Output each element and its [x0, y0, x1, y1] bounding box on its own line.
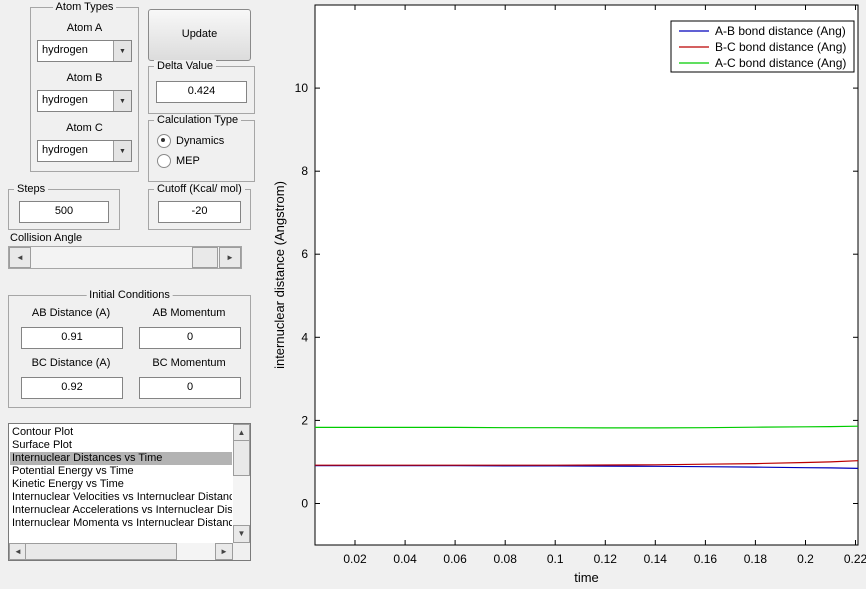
scroll-right-icon[interactable]: ► [215, 543, 233, 560]
delta-value-field[interactable]: 0.424 [156, 81, 247, 103]
x-axis-label: time [574, 570, 599, 585]
x-tick-label: 0.12 [594, 552, 618, 566]
slider-track[interactable] [31, 247, 219, 268]
list-item[interactable]: Kinetic Energy vs Time [10, 478, 232, 491]
radio-unselected-icon[interactable] [157, 154, 171, 168]
atom-b-label: Atom B [31, 72, 138, 84]
list-item[interactable]: Internuclear Momenta vs Internuclear Dis… [10, 517, 232, 530]
bc-momentum-label: BC Momentum [137, 357, 241, 369]
scrollbar-corner [233, 543, 250, 560]
atom-types-title: Atom Types [53, 1, 117, 13]
update-button[interactable]: Update [148, 9, 251, 61]
radio-dynamics[interactable]: Dynamics [157, 134, 224, 148]
atom-types-panel: Atom Types Atom A hydrogen ▼ Atom B hydr… [30, 7, 139, 172]
listbox-horizontal-scrollbar[interactable]: ◄ ► [9, 543, 233, 560]
vscroll-thumb[interactable] [233, 440, 250, 476]
steps-title: Steps [14, 183, 48, 195]
x-tick-label: 0.16 [694, 552, 718, 566]
initial-conditions-panel: Initial Conditions AB Distance (A) AB Mo… [8, 295, 251, 408]
bc-distance-label: BC Distance (A) [19, 357, 123, 369]
y-tick-label: 6 [301, 247, 308, 261]
cutoff-title: Cutoff (Kcal/ mol) [154, 183, 245, 195]
calculation-type-title: Calculation Type [154, 114, 241, 126]
atom-b-dropdown[interactable]: hydrogen ▼ [37, 90, 132, 112]
x-tick-label: 0.02 [343, 552, 367, 566]
atom-a-dropdown[interactable]: hydrogen ▼ [37, 40, 132, 62]
list-item[interactable]: Contour Plot [10, 426, 232, 439]
y-tick-label: 4 [301, 330, 308, 344]
list-item[interactable]: Internuclear Accelerations vs Internucle… [10, 504, 232, 517]
dropdown-arrow-icon[interactable]: ▼ [113, 41, 131, 61]
ab-momentum-field[interactable]: 0 [139, 327, 241, 349]
x-tick-label: 0.2 [797, 552, 814, 566]
ab-distance-field[interactable]: 0.91 [21, 327, 123, 349]
atom-c-value: hydrogen [38, 141, 113, 161]
list-item[interactable]: Internuclear Velocities vs Internuclear … [10, 491, 232, 504]
steps-panel: Steps 500 [8, 189, 120, 230]
atom-c-label: Atom C [31, 122, 138, 134]
app-window: Atom Types Atom A hydrogen ▼ Atom B hydr… [0, 0, 866, 589]
radio-selected-icon[interactable] [157, 134, 171, 148]
hscroll-thumb[interactable] [25, 543, 177, 560]
plot-svg: 0.02 0.04 0.06 0.08 0.1 0.12 0.14 0.16 0.18 0.2 0.… [258, 0, 866, 589]
ab-distance-label: AB Distance (A) [19, 307, 123, 319]
x-tick-label: 0.22 [844, 552, 866, 566]
listbox-vertical-scrollbar[interactable]: ▲ ▼ [233, 424, 250, 543]
delta-value-panel: Delta Value 0.424 [148, 66, 255, 114]
slider-thumb[interactable] [192, 247, 218, 268]
y-tick-label: 0 [301, 496, 308, 510]
plot-type-listbox[interactable]: Contour PlotSurface PlotInternuclear Dis… [8, 423, 251, 561]
x-tick-label: 0.04 [393, 552, 417, 566]
y-axis-label: internuclear distance (Angstrom) [272, 181, 287, 369]
atom-a-value: hydrogen [38, 41, 113, 61]
y-tick-label: 8 [301, 164, 308, 178]
ab-momentum-label: AB Momentum [137, 307, 241, 319]
plot-box [315, 5, 858, 545]
atom-b-value: hydrogen [38, 91, 113, 111]
atom-c-dropdown[interactable]: hydrogen ▼ [37, 140, 132, 162]
radio-mep[interactable]: MEP [157, 154, 200, 168]
collision-angle-slider[interactable]: ◄ ► [8, 246, 242, 269]
list-item[interactable]: Potential Energy vs Time [10, 465, 232, 478]
atom-a-label: Atom A [31, 22, 138, 34]
y-tick-label: 10 [295, 81, 309, 95]
delta-value-title: Delta Value [154, 60, 216, 72]
bc-distance-field[interactable]: 0.92 [21, 377, 123, 399]
x-tick-label: 0.14 [644, 552, 668, 566]
scroll-down-icon[interactable]: ▼ [233, 525, 250, 543]
legend-label: A-B bond distance (Ang) [715, 24, 846, 38]
x-tick-label: 0.06 [443, 552, 467, 566]
radio-dynamics-label: Dynamics [176, 135, 224, 147]
legend-label: B-C bond distance (Ang) [715, 40, 846, 54]
x-tick-label: 0.08 [494, 552, 518, 566]
listbox-items: Contour PlotSurface PlotInternuclear Dis… [10, 426, 232, 542]
x-tick-label: 0.1 [547, 552, 564, 566]
cutoff-panel: Cutoff (Kcal/ mol) -20 [148, 189, 251, 230]
scroll-right-icon[interactable]: ► [219, 247, 241, 268]
initial-conditions-title: Initial Conditions [86, 289, 173, 301]
list-item[interactable]: Internuclear Distances vs Time [10, 452, 232, 465]
list-item[interactable]: Surface Plot [10, 439, 232, 452]
dropdown-arrow-icon[interactable]: ▼ [113, 141, 131, 161]
scroll-left-icon[interactable]: ◄ [9, 247, 31, 268]
cutoff-field[interactable]: -20 [158, 201, 241, 223]
collision-angle-label: Collision Angle [10, 232, 82, 244]
radio-mep-label: MEP [176, 155, 200, 167]
plot-area: 0.02 0.04 0.06 0.08 0.1 0.12 0.14 0.16 0.18 0.2 0.… [258, 0, 866, 589]
calculation-type-panel: Calculation Type Dynamics MEP [148, 120, 255, 182]
bc-momentum-field[interactable]: 0 [139, 377, 241, 399]
dropdown-arrow-icon[interactable]: ▼ [113, 91, 131, 111]
legend-label: A-C bond distance (Ang) [715, 56, 846, 70]
steps-field[interactable]: 500 [19, 201, 109, 223]
y-tick-label: 2 [301, 413, 308, 427]
x-tick-label: 0.18 [744, 552, 768, 566]
